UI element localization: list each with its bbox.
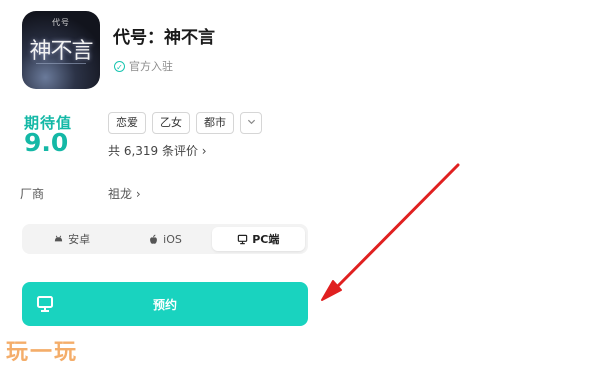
android-icon	[54, 235, 63, 241]
tab-ios-label: iOS	[163, 232, 182, 246]
tag-list: 恋爱 乙女 都市	[108, 112, 262, 134]
game-icon-decoration	[36, 63, 86, 64]
tab-pc-label: PC端	[252, 233, 280, 246]
tab-pc[interactable]: PC端	[211, 227, 305, 251]
vendor-label: 厂商	[20, 187, 45, 201]
reviews-link[interactable]: 共 6,319 条评价 ›	[108, 142, 207, 159]
expectation-score: 9.0	[24, 128, 69, 157]
platform-tabs: 安卓 iOS PC端	[22, 224, 308, 254]
game-title: 代号：神不言	[113, 28, 215, 48]
reserve-button-label: 预约	[152, 298, 177, 312]
vendor-link[interactable]: 祖龙 ›	[108, 185, 141, 202]
game-icon-top-text: 代号	[52, 18, 70, 27]
chevron-down-icon[interactable]	[240, 112, 262, 134]
monitor-icon	[238, 234, 248, 244]
verified-badge: ✓ 官方入驻	[114, 58, 173, 74]
tab-ios[interactable]: iOS	[118, 227, 211, 251]
game-icon-title-text: 神不言	[29, 39, 93, 64]
check-circle-icon: ✓	[114, 60, 125, 72]
game-icon-image: 代号 神不言	[22, 11, 100, 89]
reserve-button[interactable]: 预约	[22, 282, 308, 326]
tag-item[interactable]: 恋爱	[108, 112, 146, 134]
apple-icon	[150, 234, 158, 244]
verified-text: 官方入驻	[129, 60, 173, 73]
tag-item[interactable]: 乙女	[152, 112, 190, 134]
tab-android[interactable]: 安卓	[25, 227, 118, 251]
tab-android-label: 安卓	[68, 233, 91, 246]
tag-item[interactable]: 都市	[196, 112, 234, 134]
watermark-logo: 玩一玩	[6, 339, 79, 365]
